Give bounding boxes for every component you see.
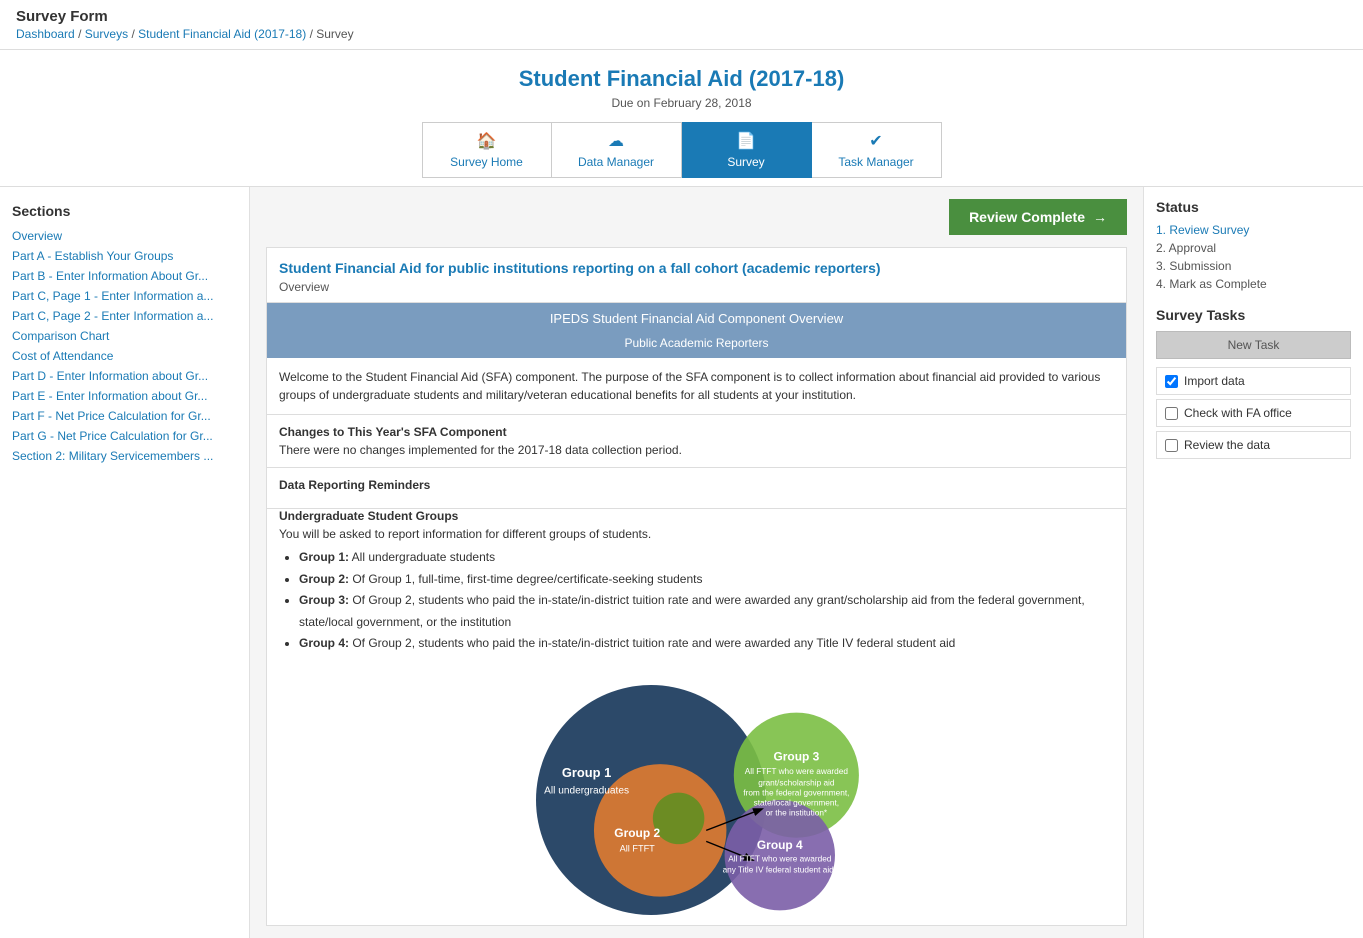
review-complete-button[interactable]: Review Complete → — [949, 199, 1127, 235]
ipeds-subtitle: Public Academic Reporters — [624, 336, 768, 350]
changes-text: There were no changes implemented for th… — [279, 443, 1114, 457]
tab-data-manager-label: Data Manager — [578, 155, 654, 169]
intro-text: Welcome to the Student Financial Aid (SF… — [279, 368, 1114, 404]
svg-text:or the institution*: or the institution* — [765, 809, 827, 818]
tab-survey-label: Survey — [727, 155, 764, 169]
breadcrumb-sfa[interactable]: Student Financial Aid (2017-18) — [138, 27, 306, 41]
breadcrumb-surveys[interactable]: Surveys — [85, 27, 128, 41]
status-mark-complete: 4. Mark as Complete — [1156, 277, 1351, 291]
cloud-icon: ☁ — [608, 131, 624, 151]
task-fa-office-label: Check with FA office — [1184, 406, 1292, 420]
due-date: Due on February 28, 2018 — [0, 96, 1363, 110]
tab-survey-home-label: Survey Home — [450, 155, 523, 169]
content-box: Student Financial Aid for public institu… — [266, 247, 1127, 926]
status-heading: Status — [1156, 199, 1351, 215]
tab-data-manager[interactable]: ☁ Data Manager — [552, 122, 682, 178]
sidebar-item-part-c1[interactable]: Part C, Page 1 - Enter Information a... — [12, 289, 237, 303]
svg-text:from the federal government,: from the federal government, — [743, 788, 849, 797]
overview-label: Overview — [267, 280, 1126, 303]
groups-list: Group 1: All undergraduate students Grou… — [279, 547, 1114, 655]
svg-text:Group 4: Group 4 — [756, 838, 802, 852]
svg-text:Group 2: Group 2 — [614, 826, 660, 840]
status-list: 1. Review Survey 2. Approval 3. Submissi… — [1156, 223, 1351, 291]
tab-task-manager[interactable]: ✔ Task Manager — [812, 122, 942, 178]
task-item-import: Import data — [1156, 367, 1351, 395]
review-complete-label: Review Complete — [969, 209, 1085, 225]
svg-text:All FTFT who were awarded: All FTFT who were awarded — [744, 767, 848, 776]
sidebar-item-part-d[interactable]: Part D - Enter Information about Gr... — [12, 369, 237, 383]
ipeds-title: IPEDS Student Financial Aid Component Ov… — [550, 311, 843, 326]
sidebar: Sections Overview Part A - Establish You… — [0, 187, 250, 938]
content-heading: Student Financial Aid for public institu… — [267, 248, 1126, 280]
task-import-label: Import data — [1184, 374, 1245, 388]
new-task-label: New Task — [1228, 338, 1280, 352]
undergrad-intro: You will be asked to report information … — [279, 527, 1114, 541]
task-review-data-label: Review the data — [1184, 438, 1270, 452]
app-title: Survey Form — [16, 8, 1347, 25]
task-review-data-checkbox[interactable] — [1165, 439, 1178, 452]
svg-text:Group 1: Group 1 — [561, 765, 610, 780]
status-submission: 3. Submission — [1156, 259, 1351, 273]
right-panel: Status 1. Review Survey 2. Approval 3. S… — [1143, 187, 1363, 938]
sidebar-item-part-g[interactable]: Part G - Net Price Calculation for Gr... — [12, 429, 237, 443]
tab-survey-home[interactable]: 🏠 Survey Home — [422, 122, 552, 178]
ipeds-subheader: Public Academic Reporters — [267, 334, 1126, 358]
survey-tasks: Survey Tasks New Task Import data Check … — [1156, 307, 1351, 459]
sidebar-item-part-f[interactable]: Part F - Net Price Calculation for Gr... — [12, 409, 237, 423]
svg-text:grant/scholarship aid: grant/scholarship aid — [758, 778, 835, 787]
sidebar-item-part-a[interactable]: Part A - Establish Your Groups — [12, 249, 237, 263]
review-btn-bar: Review Complete → — [266, 199, 1127, 235]
ipeds-body: Welcome to the Student Financial Aid (SF… — [267, 358, 1126, 415]
nav-tabs: 🏠 Survey Home ☁ Data Manager 📄 Survey ✔ … — [0, 122, 1363, 178]
status-review-survey[interactable]: 1. Review Survey — [1156, 223, 1351, 237]
breadcrumb: Dashboard / Surveys / Student Financial … — [16, 27, 1347, 41]
main-layout: Sections Overview Part A - Establish You… — [0, 187, 1363, 938]
breadcrumb-dashboard[interactable]: Dashboard — [16, 27, 75, 41]
list-item: Group 2: Of Group 1, full-time, first-ti… — [299, 569, 1114, 591]
sections-heading: Sections — [12, 203, 237, 219]
ipeds-header: IPEDS Student Financial Aid Component Ov… — [267, 303, 1126, 334]
list-item: Group 4: Of Group 2, students who paid t… — [299, 633, 1114, 655]
content-area: Review Complete → Student Financial Aid … — [250, 187, 1143, 938]
top-header: Survey Form Dashboard / Surveys / Studen… — [0, 0, 1363, 50]
sidebar-item-comparison-chart[interactable]: Comparison Chart — [12, 329, 237, 343]
sidebar-item-cost-of-attendance[interactable]: Cost of Attendance — [12, 349, 237, 363]
svg-text:Group 3: Group 3 — [773, 749, 819, 763]
sidebar-item-part-c2[interactable]: Part C, Page 2 - Enter Information a... — [12, 309, 237, 323]
list-item: Group 3: Of Group 2, students who paid t… — [299, 590, 1114, 633]
svg-text:All undergraduates: All undergraduates — [544, 786, 629, 797]
venn-diagram-area: Group 1 All undergraduates Group 2 All F… — [267, 665, 1126, 925]
tasks-heading: Survey Tasks — [1156, 307, 1351, 323]
sidebar-item-overview[interactable]: Overview — [12, 229, 237, 243]
list-item: Group 1: All undergraduate students — [299, 547, 1114, 569]
undergrad-heading: Undergraduate Student Groups — [279, 509, 1114, 523]
changes-section: Changes to This Year's SFA Component The… — [267, 415, 1126, 468]
sidebar-item-part-b[interactable]: Part B - Enter Information About Gr... — [12, 269, 237, 283]
data-reporting: Data Reporting Reminders — [267, 468, 1126, 509]
survey-title-area: Student Financial Aid (2017-18) Due on F… — [0, 50, 1363, 187]
changes-heading: Changes to This Year's SFA Component — [279, 425, 1114, 439]
home-icon: 🏠 — [477, 131, 497, 151]
undergrad-groups: Undergraduate Student Groups You will be… — [267, 509, 1126, 665]
doc-icon: 📄 — [736, 131, 756, 151]
task-item-fa-office: Check with FA office — [1156, 399, 1351, 427]
venn-diagram: Group 1 All undergraduates Group 2 All F… — [467, 675, 927, 925]
sidebar-item-section2[interactable]: Section 2: Military Servicemembers ... — [12, 449, 237, 463]
sidebar-item-part-e[interactable]: Part E - Enter Information about Gr... — [12, 389, 237, 403]
svg-text:any Title IV federal student a: any Title IV federal student aid* — [722, 866, 837, 875]
svg-text:state/local government,: state/local government, — [753, 798, 838, 807]
tab-task-manager-label: Task Manager — [838, 155, 913, 169]
survey-title: Student Financial Aid (2017-18) — [0, 66, 1363, 92]
task-item-review-data: Review the data — [1156, 431, 1351, 459]
task-fa-office-checkbox[interactable] — [1165, 407, 1178, 420]
tab-survey[interactable]: 📄 Survey — [682, 122, 812, 178]
status-approval: 2. Approval — [1156, 241, 1351, 255]
check-icon: ✔ — [869, 131, 882, 151]
new-task-button[interactable]: New Task — [1156, 331, 1351, 359]
task-import-checkbox[interactable] — [1165, 375, 1178, 388]
data-reporting-heading: Data Reporting Reminders — [279, 478, 1114, 492]
svg-text:All FTFT who were awarded: All FTFT who were awarded — [728, 855, 832, 864]
arrow-right-icon: → — [1093, 209, 1107, 225]
svg-text:All FTFT: All FTFT — [619, 843, 655, 853]
